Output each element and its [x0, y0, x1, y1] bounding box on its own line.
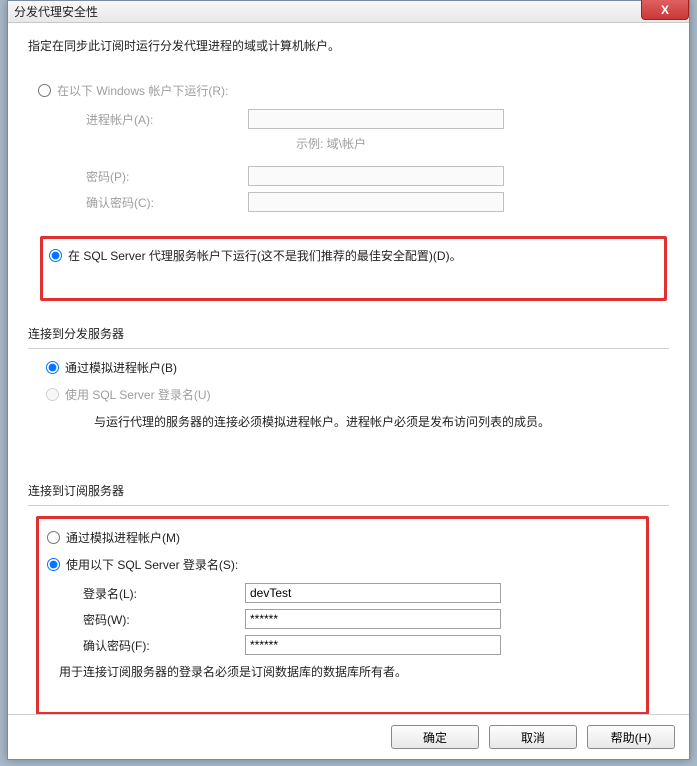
sub-password-input[interactable] [245, 609, 501, 629]
run-as-sqlagent-row[interactable]: 在 SQL Server 代理服务帐户下运行(这不是我们推荐的最佳安全配置)(D… [49, 247, 658, 264]
sub-login-label: 登录名(L): [47, 585, 245, 602]
sub-login-input[interactable] [245, 583, 501, 603]
dist-impersonate-row[interactable]: 通过模拟进程帐户(B) [46, 359, 669, 376]
run-as-sqlagent-radio[interactable] [49, 249, 62, 262]
help-button[interactable]: 帮助(H) [587, 725, 675, 749]
button-row: 确定 取消 帮助(H) [8, 714, 689, 749]
run-as-windows-row[interactable]: 在以下 Windows 帐户下运行(R): [38, 82, 669, 99]
dist-sqllogin-label: 使用 SQL Server 登录名(U) [65, 386, 211, 403]
process-account-input[interactable] [248, 109, 504, 129]
divider [28, 348, 669, 349]
sub-sqllogin-label: 使用以下 SQL Server 登录名(S): [66, 556, 238, 573]
confirm-password-input[interactable] [248, 192, 504, 212]
run-as-sqlagent-label: 在 SQL Server 代理服务帐户下运行(这不是我们推荐的最佳安全配置)(D… [68, 247, 462, 264]
divider [28, 505, 669, 506]
dialog-content: 指定在同步此订阅时运行分发代理进程的域或计算机帐户。 在以下 Windows 帐… [8, 23, 689, 725]
dist-sqllogin-row: 使用 SQL Server 登录名(U) [46, 386, 669, 403]
dist-sqllogin-radio [46, 388, 59, 401]
sub-impersonate-row[interactable]: 通过模拟进程帐户(M) [47, 529, 638, 546]
sub-hint: 用于连接订阅服务器的登录名必须是订阅数据库的数据库所有者。 [59, 663, 638, 680]
sub-sqllogin-radio[interactable] [47, 558, 60, 571]
process-account-label: 进程帐户(A): [38, 111, 248, 128]
cancel-button[interactable]: 取消 [489, 725, 577, 749]
password-input[interactable] [248, 166, 504, 186]
sub-password-label: 密码(W): [47, 611, 245, 628]
highlight-sqlagent: 在 SQL Server 代理服务帐户下运行(这不是我们推荐的最佳安全配置)(D… [40, 236, 667, 301]
confirm-password-label: 确认密码(C): [38, 194, 248, 211]
highlight-subscriber: 通过模拟进程帐户(M) 使用以下 SQL Server 登录名(S): 登录名(… [36, 516, 649, 715]
sub-confirm-input[interactable] [245, 635, 501, 655]
run-as-group: 在以下 Windows 帐户下运行(R): 进程帐户(A): 示例: 域\帐户 … [38, 82, 669, 301]
dialog-window: 分发代理安全性 X 指定在同步此订阅时运行分发代理进程的域或计算机帐户。 在以下… [7, 0, 690, 760]
ok-button[interactable]: 确定 [391, 725, 479, 749]
dist-hint: 与运行代理的服务器的连接必须模拟进程帐户。进程帐户必须是发布访问列表的成员。 [94, 413, 669, 430]
sub-impersonate-radio[interactable] [47, 531, 60, 544]
close-icon: X [661, 3, 669, 17]
window-title: 分发代理安全性 [14, 3, 98, 20]
password-label: 密码(P): [38, 168, 248, 185]
run-as-windows-label: 在以下 Windows 帐户下运行(R): [57, 82, 228, 99]
dist-impersonate-label: 通过模拟进程帐户(B) [65, 359, 177, 376]
close-button[interactable]: X [641, 0, 689, 20]
run-as-windows-radio[interactable] [38, 84, 51, 97]
dist-impersonate-radio[interactable] [46, 361, 59, 374]
sub-impersonate-label: 通过模拟进程帐户(M) [66, 529, 180, 546]
dist-group: 通过模拟进程帐户(B) 使用 SQL Server 登录名(U) 与运行代理的服… [46, 359, 669, 430]
sub-sqllogin-row[interactable]: 使用以下 SQL Server 登录名(S): [47, 556, 638, 573]
instruction-text: 指定在同步此订阅时运行分发代理进程的域或计算机帐户。 [28, 37, 669, 54]
dist-section-label: 连接到分发服务器 [28, 325, 669, 342]
example-text: 示例: 域\帐户 [296, 135, 366, 152]
sub-confirm-label: 确认密码(F): [47, 637, 245, 654]
titlebar[interactable]: 分发代理安全性 X [8, 1, 689, 23]
sub-section-label: 连接到订阅服务器 [28, 482, 669, 499]
